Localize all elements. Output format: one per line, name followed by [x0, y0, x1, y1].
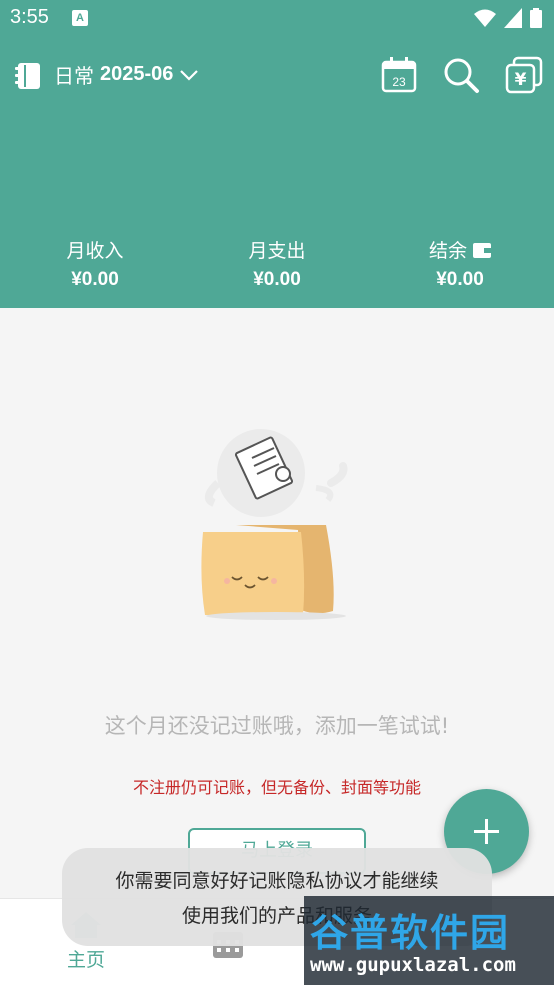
status-bar: 3:55 A [0, 0, 554, 38]
expense-label: 月支出 [248, 240, 306, 262]
book-icon[interactable] [14, 62, 42, 90]
notification-icon: A [72, 10, 88, 26]
summary-balance[interactable]: 结余 ¥0.00 [390, 236, 530, 291]
watermark-brand: 谷普软件园 [310, 911, 511, 955]
toast-line-1: 你需要同意好好记账隐私协议才能继续 [115, 870, 439, 892]
battery-icon [530, 8, 542, 28]
summary-income: 月收入 ¥0.00 [25, 236, 165, 291]
svg-text:¥: ¥ [515, 70, 527, 90]
empty-message: 这个月还没记过账哦，添加一笔试试! [104, 714, 450, 738]
income-value: ¥0.00 [71, 269, 119, 290]
wallet-icon [473, 242, 491, 258]
status-icons [474, 8, 542, 28]
chevron-down-icon [180, 69, 199, 81]
empty-box-illustration [201, 429, 348, 620]
search-icon[interactable] [442, 56, 480, 94]
book-selector[interactable]: 日常 2025-06 [54, 60, 199, 89]
watermark-url: www.gupuxlazal.com [310, 954, 516, 976]
book-name: 日常 [54, 64, 94, 88]
calendar-icon[interactable]: 23 [380, 56, 418, 94]
calendar-day: 23 [392, 75, 406, 89]
status-time: 3:55 [10, 6, 49, 28]
app-header: 日常 2025-06 23 ¥ 月收入 ¥0.00 月支出 ¥0.00 结余 ¥… [0, 38, 554, 308]
current-month: 2025-06 [100, 63, 174, 85]
balance-value: ¥0.00 [436, 269, 484, 290]
summary-expense: 月支出 ¥0.00 [207, 236, 347, 291]
expense-value: ¥0.00 [253, 269, 301, 290]
site-watermark: 谷普软件园 www.gupuxlazal.com [304, 896, 554, 985]
wifi-icon [474, 9, 496, 27]
balance-label: 结余 [428, 240, 467, 262]
nav-home-label: 主页 [66, 949, 105, 971]
income-label: 月收入 [66, 240, 124, 262]
bills-icon[interactable]: ¥ [505, 56, 543, 94]
signal-icon [504, 8, 522, 28]
